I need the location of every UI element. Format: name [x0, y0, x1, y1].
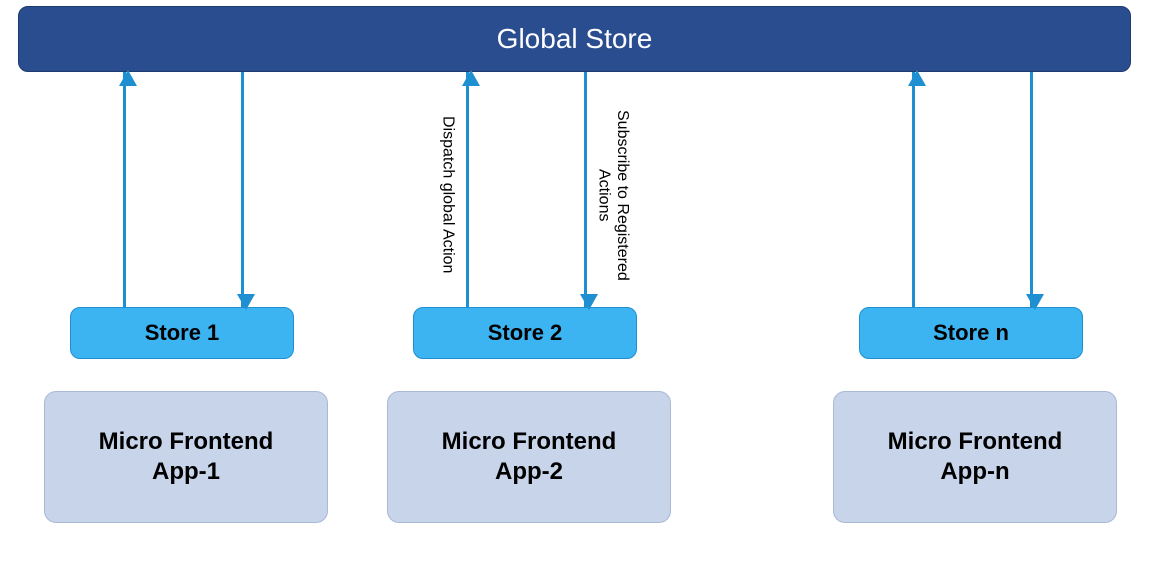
arrow-up-icon	[908, 70, 926, 86]
arrow-down-icon	[237, 294, 255, 310]
arrow-down-1	[241, 72, 244, 308]
micro-frontend-app-1-box: Micro FrontendApp-1	[44, 391, 328, 523]
arrow-up-n	[912, 72, 915, 308]
subscribe-label: Subscribe to RegisteredActions	[594, 95, 631, 295]
micro-frontend-app-2-box: Micro FrontendApp-2	[387, 391, 671, 523]
store-2-box: Store 2	[413, 307, 637, 359]
global-store-box: Global Store	[18, 6, 1131, 72]
arrow-down-n	[1030, 72, 1033, 308]
arrow-up-1	[123, 72, 126, 308]
arrow-up-2	[466, 72, 469, 308]
arrow-up-icon	[462, 70, 480, 86]
arrow-down-icon	[580, 294, 598, 310]
micro-frontend-app-n-box: Micro FrontendApp-n	[833, 391, 1117, 523]
arrow-up-icon	[119, 70, 137, 86]
store-n-box: Store n	[859, 307, 1083, 359]
store-1-box: Store 1	[70, 307, 294, 359]
arrow-down-icon	[1026, 294, 1044, 310]
arrow-down-2	[584, 72, 587, 308]
dispatch-label: Dispatch global Action	[438, 95, 456, 295]
